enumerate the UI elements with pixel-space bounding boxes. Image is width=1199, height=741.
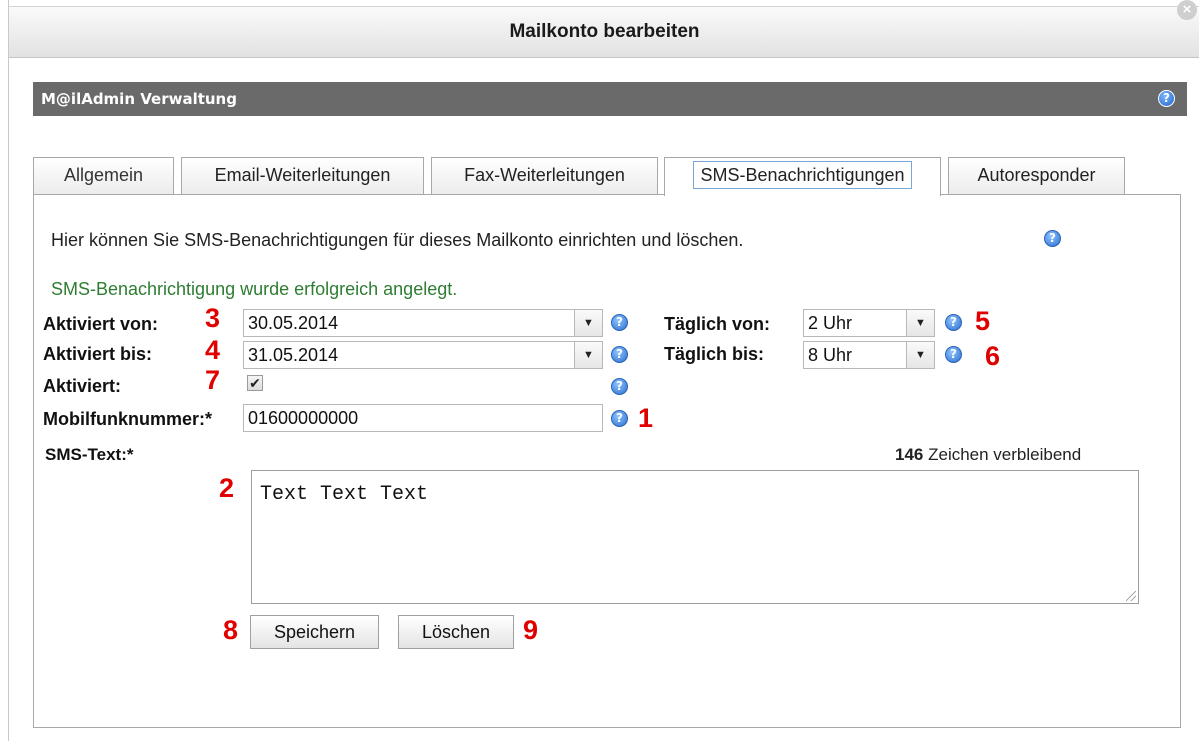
help-icon[interactable]: ? xyxy=(611,346,628,363)
chevron-down-icon[interactable]: ▼ xyxy=(906,310,934,336)
help-icon[interactable]: ? xyxy=(945,346,962,363)
close-icon[interactable]: × xyxy=(1177,0,1197,20)
taeglich-von-value: 2 Uhr xyxy=(808,313,853,333)
admin-header-bar: M@ilAdmin Verwaltung ? xyxy=(33,82,1187,116)
tab-label: Autoresponder xyxy=(977,165,1096,185)
aktiviert-bis-value: 31.05.2014 xyxy=(248,345,339,365)
dialog-window: Mailkonto bearbeiten × M@ilAdmin Verwalt… xyxy=(8,0,1199,741)
taeglich-bis-value: 8 Uhr xyxy=(808,345,853,365)
mobilfunknummer-input[interactable]: 01600000000 xyxy=(243,404,603,432)
save-button[interactable]: Speichern xyxy=(250,615,379,649)
tab-label: Allgemein xyxy=(63,165,144,185)
tab-fax-weiterleitungen[interactable]: Fax-Weiterleitungen xyxy=(431,157,658,194)
help-icon[interactable]: ? xyxy=(611,378,628,395)
annotation-7: 7 xyxy=(205,365,221,395)
mobilfunknummer-value: 01600000000 xyxy=(248,408,359,428)
help-icon[interactable]: ? xyxy=(611,314,628,331)
tab-label: Fax-Weiterleitungen xyxy=(464,165,625,185)
taeglich-bis-combo[interactable]: 8 Uhr ▼ xyxy=(803,341,935,369)
label-sms-text: SMS-Text:* xyxy=(45,445,134,464)
help-icon[interactable]: ? xyxy=(611,410,628,427)
annotation-9: 9 xyxy=(523,615,539,645)
label-aktiviert: Aktiviert: xyxy=(43,376,122,396)
tab-allgemein[interactable]: Allgemein xyxy=(33,157,174,194)
tab-label: Email-Weiterleitungen xyxy=(214,165,391,185)
intro-text: Hier können Sie SMS-Benachrichtigungen f… xyxy=(51,230,744,250)
aktiviert-von-combo[interactable]: 30.05.2014 ▼ xyxy=(243,309,603,337)
chevron-down-icon[interactable]: ▼ xyxy=(574,310,602,336)
aktiviert-checkbox[interactable]: ✔ xyxy=(247,375,263,391)
annotation-5: 5 xyxy=(975,306,991,336)
aktiviert-von-value: 30.05.2014 xyxy=(248,313,339,333)
label-aktiviert-bis: Aktiviert bis: xyxy=(43,344,153,364)
tab-autoresponder[interactable]: Autoresponder xyxy=(948,157,1125,194)
dialog-titlebar[interactable]: Mailkonto bearbeiten xyxy=(9,6,1199,58)
annotation-2: 2 xyxy=(219,473,235,503)
remaining-characters: 146 Zeichen verbleibend xyxy=(895,445,1081,465)
success-message: SMS-Benachrichtigung wurde erfolgreich a… xyxy=(51,279,458,299)
label-taeglich-bis: Täglich bis: xyxy=(664,344,765,364)
annotation-3: 3 xyxy=(205,303,221,333)
resize-grip-icon[interactable] xyxy=(1126,591,1136,601)
label-aktiviert-von: Aktiviert von: xyxy=(43,314,159,334)
help-icon[interactable]: ? xyxy=(1158,90,1175,107)
remaining-count: 146 xyxy=(895,445,924,464)
label-taeglich-von: Täglich von: xyxy=(664,314,771,334)
aktiviert-bis-combo[interactable]: 31.05.2014 ▼ xyxy=(243,341,603,369)
tab-sms-benachrichtigungen[interactable]: SMS-Benachrichtigungen xyxy=(664,157,941,196)
tab-label: SMS-Benachrichtigungen xyxy=(693,161,912,189)
sms-text-value: Text Text Text xyxy=(260,483,429,506)
remaining-suffix: Zeichen verbleibend xyxy=(928,445,1082,464)
tab-email-weiterleitungen[interactable]: Email-Weiterleitungen xyxy=(181,157,424,194)
taeglich-von-combo[interactable]: 2 Uhr ▼ xyxy=(803,309,935,337)
label-mobilfunknummer: Mobilfunknummer:* xyxy=(43,409,212,429)
delete-button[interactable]: Löschen xyxy=(398,615,514,649)
annotation-8: 8 xyxy=(223,615,239,645)
sms-text-area[interactable]: Text Text Text xyxy=(251,470,1139,604)
annotation-4: 4 xyxy=(205,335,221,365)
help-icon[interactable]: ? xyxy=(945,314,962,331)
dialog-title: Mailkonto bearbeiten xyxy=(509,21,700,42)
annotation-6: 6 xyxy=(985,341,1001,371)
annotation-1: 1 xyxy=(638,403,654,433)
help-icon[interactable]: ? xyxy=(1044,230,1061,247)
chevron-down-icon[interactable]: ▼ xyxy=(574,342,602,368)
admin-title: M@ilAdmin Verwaltung xyxy=(41,90,237,108)
chevron-down-icon[interactable]: ▼ xyxy=(906,342,934,368)
